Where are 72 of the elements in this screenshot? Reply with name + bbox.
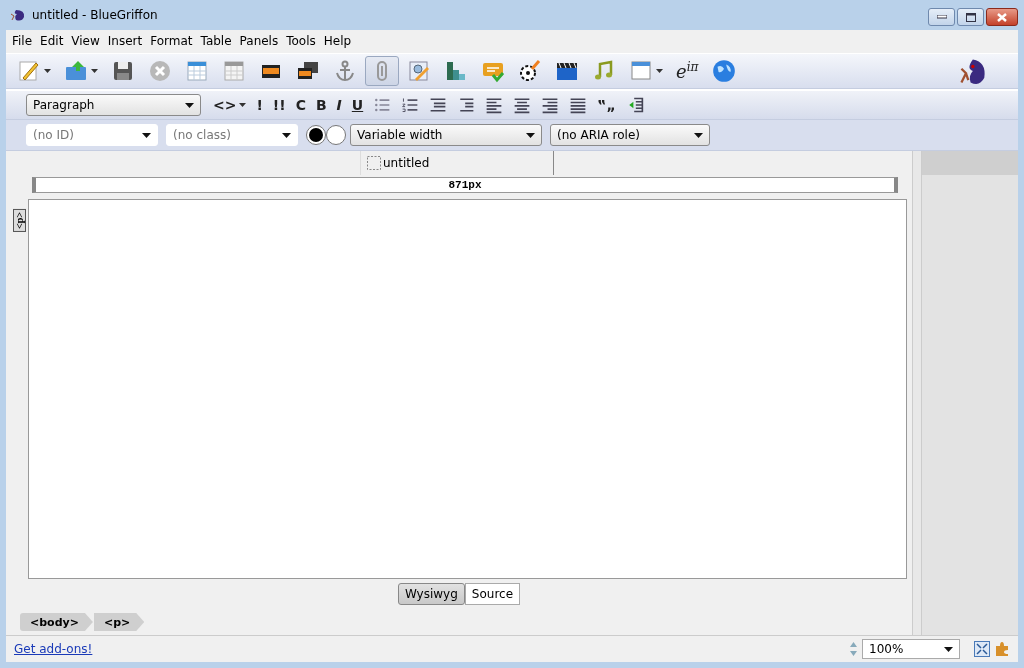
- format-button[interactable]: !: [252, 93, 267, 117]
- close-icon: [997, 12, 1007, 22]
- caret-icon: [944, 646, 953, 652]
- griffin-app-icon: [10, 8, 26, 22]
- id-dropdown[interactable]: (no ID): [26, 124, 158, 146]
- zoom-dropdown[interactable]: 100%: [862, 639, 960, 659]
- blocks-icon: [444, 59, 468, 83]
- pencil-page-icon: [17, 59, 41, 83]
- caret-icon: [656, 69, 663, 73]
- fullscreen-icon[interactable]: [974, 641, 990, 657]
- anchor-icon: [333, 59, 357, 83]
- caret-icon: [694, 132, 703, 138]
- paragraph-format-dropdown[interactable]: Paragraph: [26, 94, 201, 116]
- globe-icon: [711, 58, 738, 84]
- table-icon: [185, 59, 209, 83]
- folder-upload-icon: [64, 59, 88, 83]
- align-left-icon: [485, 96, 504, 114]
- menu-item[interactable]: Tools: [282, 33, 320, 48]
- format-button[interactable]: U: [347, 93, 368, 117]
- close-button[interactable]: [986, 8, 1018, 26]
- aria-role-dropdown[interactable]: (no ARIA role): [550, 124, 710, 146]
- align-center-icon: [513, 96, 532, 114]
- maximize-button[interactable]: [957, 8, 984, 26]
- document-tab[interactable]: untitled: [360, 151, 554, 175]
- menu-item[interactable]: Edit: [36, 33, 68, 48]
- menu-item[interactable]: File: [8, 33, 37, 48]
- menu-item[interactable]: Format: [146, 33, 197, 48]
- form-pencil-icon: [407, 59, 431, 83]
- format-button[interactable]: B: [311, 93, 331, 117]
- format-button[interactable]: !!: [268, 93, 290, 117]
- format-button[interactable]: I: [332, 93, 346, 117]
- toolbar-button[interactable]: e$^{iπ}$: [671, 56, 704, 86]
- element-tag[interactable]: <p>: [12, 209, 26, 232]
- align-right-icon: [541, 96, 560, 114]
- justify-icon: [569, 96, 588, 114]
- maximize-icon: [965, 12, 976, 22]
- width-ruler: 871px: [32, 177, 898, 193]
- caret-icon: [526, 132, 535, 138]
- close-icon: [148, 59, 172, 83]
- caret-icon: [142, 132, 151, 138]
- spinner-icon: [849, 640, 858, 658]
- table-icon: [222, 59, 246, 83]
- breadcrumb-item[interactable]: <body>: [20, 613, 93, 631]
- menu-item[interactable]: Table: [196, 33, 236, 48]
- window-icon: [629, 59, 653, 83]
- indent-icon: [457, 96, 476, 114]
- caret-icon: [44, 69, 51, 73]
- window-title: untitled - BlueGriffon: [32, 8, 158, 22]
- document-icon: [367, 156, 381, 170]
- text-color-swatch[interactable]: [306, 125, 326, 145]
- format-button[interactable]: C: [291, 93, 310, 117]
- view-tab[interactable]: Wysiwyg: [397, 583, 465, 605]
- menu-item[interactable]: View: [67, 33, 104, 48]
- minimize-icon: [936, 15, 947, 19]
- bullet-list-icon: [373, 96, 392, 114]
- outdent-icon: [429, 96, 448, 114]
- menu-item[interactable]: Insert: [103, 33, 147, 48]
- add-ons-link[interactable]: Get add-ons!: [14, 642, 93, 656]
- view-tab[interactable]: Source: [464, 583, 521, 605]
- caret-icon: [239, 103, 247, 107]
- numbered-list-icon: [401, 96, 420, 114]
- class-dropdown[interactable]: (no class): [166, 124, 298, 146]
- breadcrumb-item[interactable]: <p>: [93, 613, 145, 631]
- format-button[interactable]: <>: [209, 93, 251, 117]
- menu-item[interactable]: Help: [319, 33, 356, 48]
- caret-icon: [282, 132, 291, 138]
- caret-icon: [91, 69, 98, 73]
- floppy-icon: [111, 59, 135, 83]
- format-button[interactable]: ‟„: [593, 93, 620, 117]
- caret-icon: [185, 102, 194, 108]
- width-dropdown[interactable]: Variable width: [350, 124, 542, 146]
- menu-item[interactable]: Panels: [235, 33, 283, 48]
